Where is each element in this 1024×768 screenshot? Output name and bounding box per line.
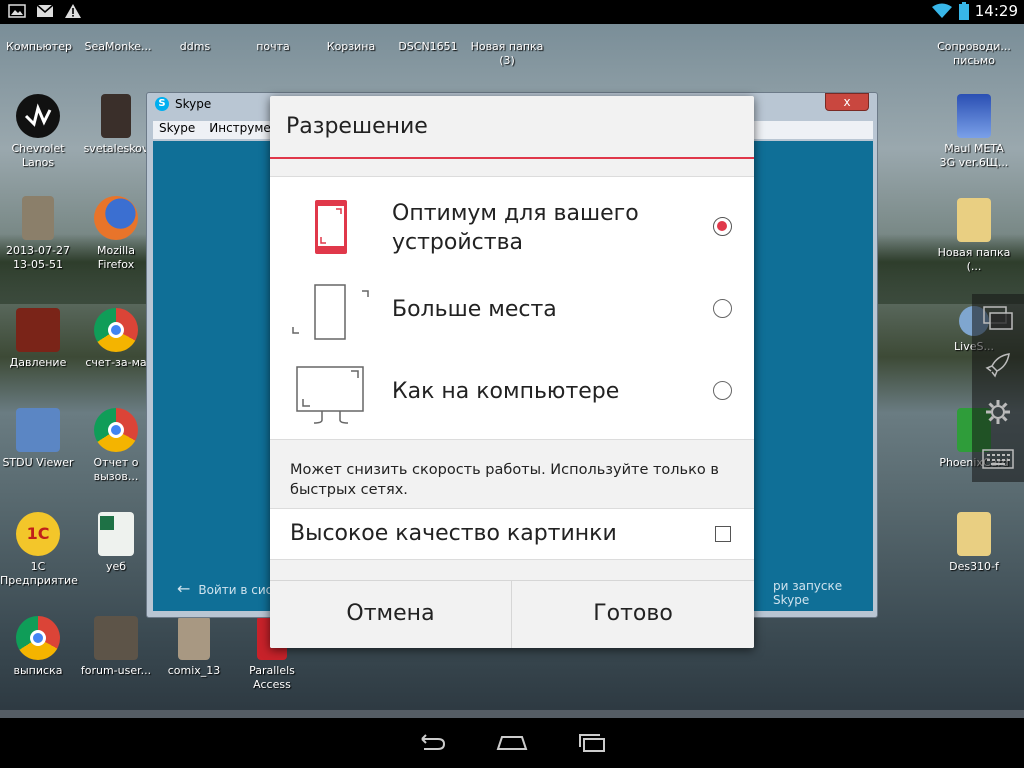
monitor-icon <box>296 366 364 424</box>
desktop-icon-des310[interactable]: Des310-f <box>936 512 1012 574</box>
chrome-icon <box>16 616 60 660</box>
resolution-options: Оптимум для вашего устройства Больше мес… <box>270 176 754 440</box>
skype-menu-skype[interactable]: Skype <box>159 121 195 135</box>
desktop-label-letter[interactable]: Сопроводи... письмо <box>934 40 1014 68</box>
settings-button[interactable] <box>972 388 1024 435</box>
desktop-icon-svetaleskov[interactable]: svetaleskov <box>78 94 154 156</box>
side-toolbar <box>972 294 1024 482</box>
desktop-icon-chrome-vypiska[interactable]: выписка <box>0 616 76 678</box>
option-more-space-label: Больше места <box>392 297 557 322</box>
keyboard-icon <box>982 448 1014 469</box>
chevrolet-icon <box>16 94 60 138</box>
desktop-icon-new-folder[interactable]: Новая папка (... <box>936 198 1012 274</box>
chrome-icon <box>94 308 138 352</box>
excel-icon <box>98 512 134 556</box>
desktop-label-ddms[interactable]: ddms <box>170 40 220 54</box>
high-quality-label: Высокое качество картинки <box>290 521 617 546</box>
option-like-computer-radio[interactable] <box>713 381 732 400</box>
recent-apps-icon[interactable] <box>574 731 610 755</box>
document-icon <box>16 308 60 352</box>
dialog-title: Разрешение <box>286 114 428 139</box>
skype-logo-icon: S <box>155 97 169 111</box>
skype-title: Skype <box>175 97 212 111</box>
desktop-icon-chevrolet[interactable]: Chevrolet Lanos <box>0 94 76 170</box>
photo-icon <box>178 616 210 660</box>
rocket-icon <box>985 352 1010 378</box>
clock: 14:29 <box>974 2 1018 20</box>
desktop-icon-firefox[interactable]: Mozilla Firefox <box>78 196 154 272</box>
option-like-computer[interactable]: Как на компьютере <box>270 359 754 431</box>
gear-icon <box>986 399 1010 424</box>
dialog-buttons: Отмена Готово <box>270 580 754 648</box>
resolution-dialog: Разрешение Оптимум для вашего устройства… <box>270 96 754 648</box>
home-icon[interactable] <box>494 731 530 755</box>
arrow-left-icon: ← <box>177 579 191 598</box>
skype-autostart-text: ри запуске Skype <box>773 579 843 607</box>
desktop-label-computer[interactable]: Компьютер <box>4 40 74 54</box>
mail-icon <box>36 4 54 17</box>
option-more-space[interactable]: Больше места <box>270 277 754 347</box>
stdu-viewer-icon <box>16 408 60 452</box>
wifi-icon <box>931 3 952 18</box>
building-icon <box>957 94 991 138</box>
high-quality-checkbox[interactable] <box>715 526 731 542</box>
firefox-icon <box>94 196 138 240</box>
battery-icon <box>958 2 969 20</box>
skype-signin-link[interactable]: ← Войти в сис <box>177 579 272 598</box>
quality-note: Может снизить скорость работы. Используй… <box>290 462 719 498</box>
keyboard-button[interactable] <box>972 435 1024 482</box>
navigation-bar <box>0 718 1024 768</box>
option-more-space-radio[interactable] <box>713 299 732 318</box>
screens-icon <box>983 305 1013 330</box>
title-divider <box>270 157 754 159</box>
desktop-icon-comix[interactable]: comix_13 <box>156 616 232 678</box>
desktop-icon-davlenie[interactable]: Давление <box>0 308 76 370</box>
desktop-icon-1c[interactable]: 1С 1С Предприятие <box>0 512 78 588</box>
desktop-label-new-folder-3[interactable]: Новая папка (3) <box>468 40 546 68</box>
desktop-icon-stdu[interactable]: STDU Viewer <box>0 408 76 470</box>
folder-icon <box>957 198 991 242</box>
launch-button[interactable] <box>972 341 1024 388</box>
back-icon[interactable] <box>414 731 450 755</box>
option-optimal[interactable]: Оптимум для вашего устройства <box>270 189 754 265</box>
done-button[interactable]: Готово <box>512 581 754 648</box>
phone-screen-icon <box>315 200 347 254</box>
folder-icon <box>957 512 991 556</box>
cancel-button[interactable]: Отмена <box>270 581 512 648</box>
option-optimal-label: Оптимум для вашего устройства <box>392 201 639 255</box>
image-notification-icon <box>8 4 26 18</box>
desktop-icon-photo-2013[interactable]: 2013-07-27 13-05-51 <box>0 196 76 272</box>
desktop-label-mail[interactable]: почта <box>248 40 298 54</box>
photo-icon <box>101 94 131 138</box>
desktop-icon-forum-user[interactable]: forum-user... <box>78 616 154 678</box>
switch-screens-button[interactable] <box>972 294 1024 341</box>
option-like-computer-label: Как на компьютере <box>392 379 620 404</box>
tall-screen-icon <box>292 284 369 340</box>
warning-icon <box>65 4 81 18</box>
status-bar: 14:29 <box>0 0 1024 24</box>
desktop-label-dscn1651[interactable]: DSCN1651 <box>396 40 460 54</box>
option-optimal-radio[interactable] <box>713 217 732 236</box>
desktop-label-seamonkey[interactable]: SeaMonke... <box>84 40 152 54</box>
desktop-icon-chrome-otchet[interactable]: Отчет о вызов... <box>78 408 154 484</box>
desktop-icon-maul-meta[interactable]: Maul META 3G ver.6Щ... <box>936 94 1012 170</box>
photo-icon <box>94 616 138 660</box>
desktop-label-recycle-bin[interactable]: Корзина <box>322 40 380 54</box>
1c-icon: 1С <box>16 512 60 556</box>
photo-icon <box>22 196 54 240</box>
desktop-icon-excel[interactable]: уеб <box>78 512 154 574</box>
skype-close-button[interactable]: x <box>825 93 869 111</box>
high-quality-row[interactable]: Высокое качество картинки <box>270 508 754 560</box>
desktop-icon-chrome-schet[interactable]: счет-за-ма <box>78 308 154 370</box>
chrome-icon <box>94 408 138 452</box>
